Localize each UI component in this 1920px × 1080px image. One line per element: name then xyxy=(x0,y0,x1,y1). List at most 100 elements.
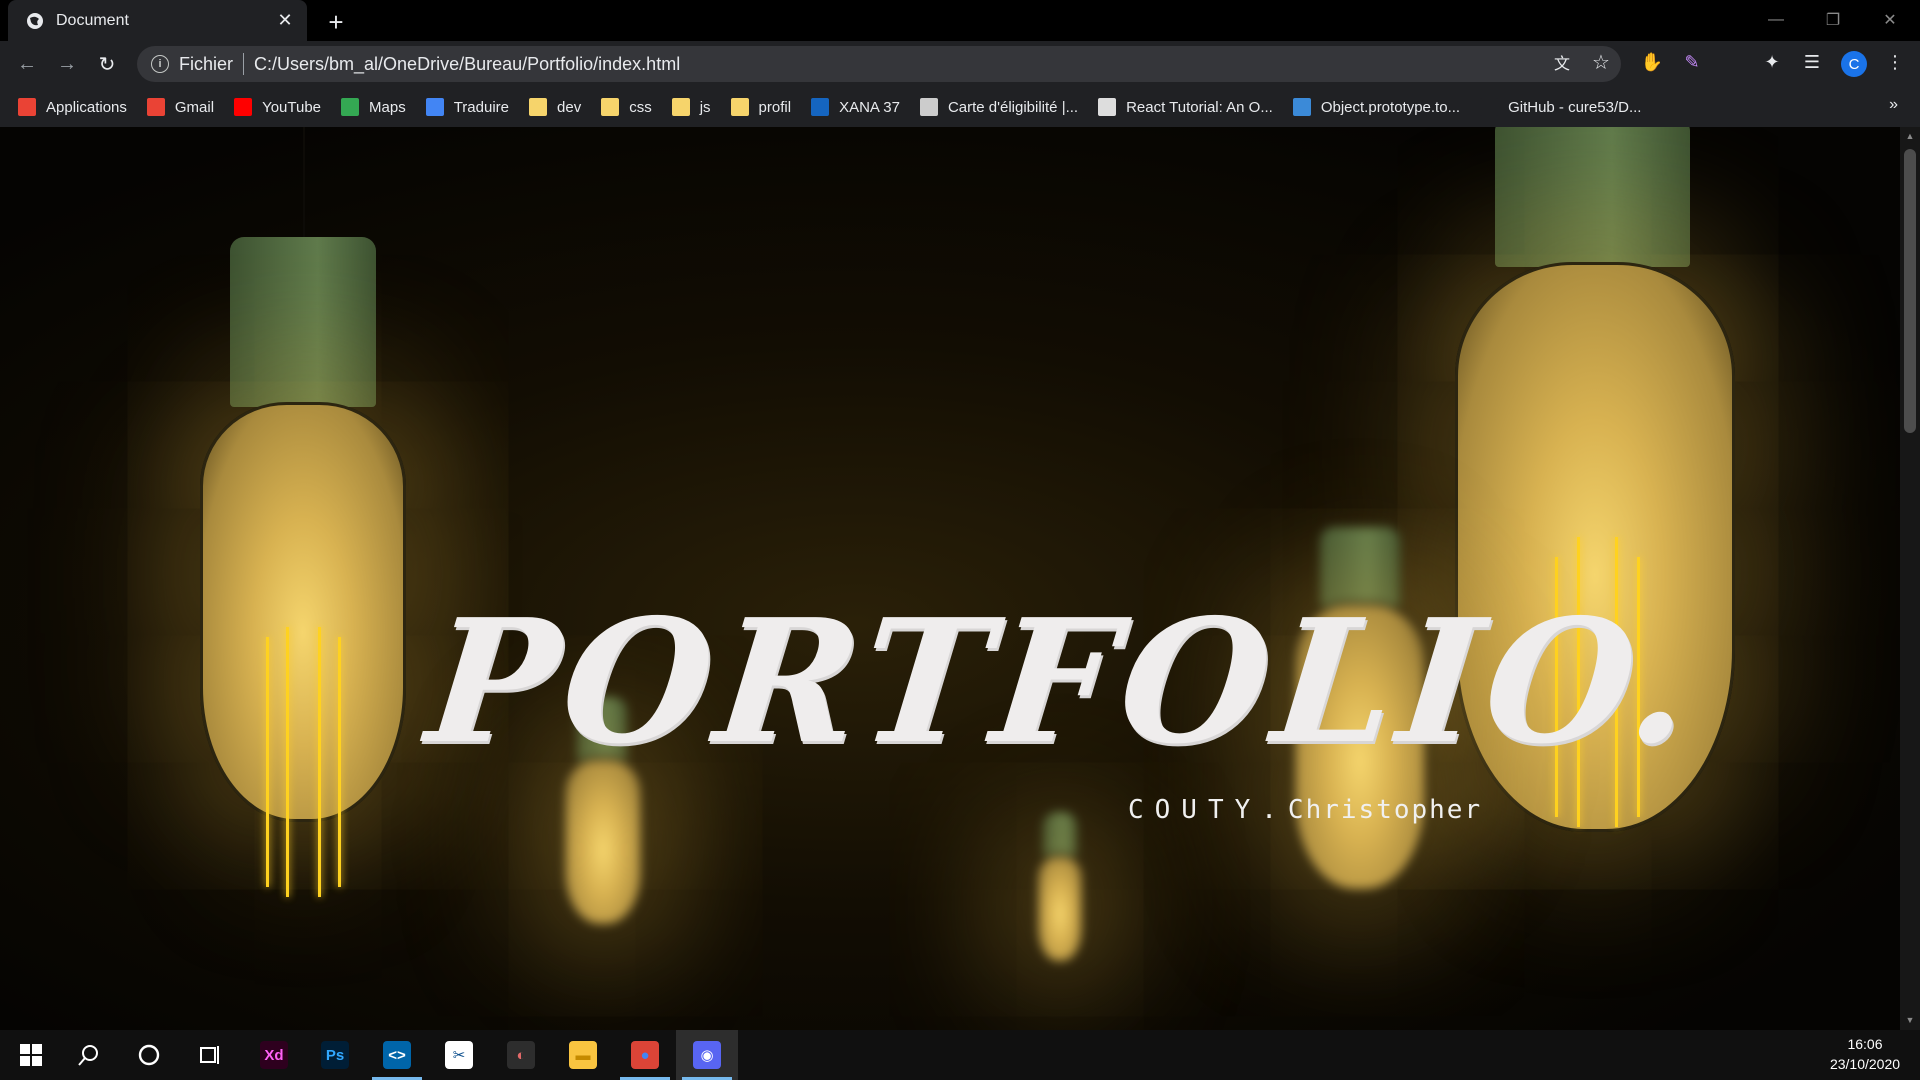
bookmark-item[interactable]: dev xyxy=(529,98,581,116)
bookmark-item[interactable]: Object.prototype.to... xyxy=(1292,98,1461,116)
taskbar-app[interactable]: Xd xyxy=(243,1030,305,1080)
close-window-icon[interactable]: ✕ xyxy=(1862,0,1918,40)
cord xyxy=(303,127,305,242)
translate-icon[interactable]: 文 xyxy=(1550,50,1574,74)
site-icon xyxy=(919,98,938,116)
bookmark-item[interactable]: React Tutorial: An O... xyxy=(1098,98,1273,116)
close-tab-icon[interactable]: ✕ xyxy=(275,10,295,31)
bookmark-item[interactable]: Gmail xyxy=(146,98,214,116)
bookmark-item[interactable]: XANA 37 xyxy=(811,98,900,116)
extensions-puzzle-icon[interactable]: ✦ xyxy=(1760,50,1784,74)
bookmark-label: js xyxy=(699,98,711,116)
back-icon[interactable]: ← xyxy=(13,50,41,78)
taskbar-app[interactable]: <> xyxy=(366,1030,428,1080)
minimize-icon[interactable]: — xyxy=(1748,0,1804,40)
apps-grid-icon xyxy=(18,98,36,116)
bookmark-item[interactable]: css xyxy=(601,98,652,116)
bookmark-item[interactable]: YouTube xyxy=(234,98,321,116)
taskbar-app[interactable]: Ps xyxy=(304,1030,366,1080)
bookmark-item[interactable]: GitHub - cure53/D... xyxy=(1480,98,1641,116)
task-view-button[interactable] xyxy=(178,1030,240,1080)
folder-icon xyxy=(529,98,548,116)
menu-kebab-icon[interactable]: ⋮ xyxy=(1883,50,1907,74)
youtube-icon xyxy=(234,98,253,116)
taskbar-app[interactable]: ▬ xyxy=(552,1030,614,1080)
bookmark-label: YouTube xyxy=(262,98,322,116)
gmail-icon xyxy=(146,98,165,116)
bookmark-label: Object.prototype.to... xyxy=(1320,98,1461,116)
floppy-icon xyxy=(1098,98,1117,116)
browser-chrome: Document ✕ + — ❐ ✕ ← → ↻ i Fichier C:/Us… xyxy=(0,0,1920,127)
taskbar-app[interactable]: ✂ xyxy=(428,1030,490,1080)
scheme-label: Fichier xyxy=(179,53,234,74)
bookmarks-bar: Applications Gmail YouTube Maps Traduire dev c… xyxy=(0,87,1920,127)
bookmark-label: dev xyxy=(557,98,582,116)
taskbar-app[interactable]: ◉ xyxy=(676,1030,738,1080)
url-text[interactable]: C:/Users/bm_al/OneDrive/Bureau/Portfolio… xyxy=(254,54,680,75)
restore-icon[interactable]: ❐ xyxy=(1805,0,1861,40)
dsm-icon xyxy=(811,98,830,116)
profile-avatar[interactable]: C xyxy=(1841,51,1867,77)
divider xyxy=(243,53,245,75)
paint-icon: ◐ xyxy=(507,1041,535,1069)
folder-icon xyxy=(671,98,690,116)
tab-document[interactable]: Document ✕ xyxy=(8,0,307,41)
bookmark-item[interactable]: js xyxy=(671,98,711,116)
bookmarks-overflow-icon[interactable]: » xyxy=(1889,96,1898,114)
bookmark-item[interactable]: Carte d'éligibilité |... xyxy=(919,98,1078,116)
subtitle-first-name: Christopher xyxy=(1287,795,1483,825)
folder-icon xyxy=(601,98,620,116)
task-view-icon xyxy=(200,1046,219,1064)
taskbar-app[interactable]: ● xyxy=(614,1030,676,1080)
portfolio-title: PORTFOLIO. xyxy=(419,582,1707,782)
tab-title: Document xyxy=(56,11,129,29)
bookmark-item[interactable]: Maps xyxy=(341,98,406,116)
scrollbar[interactable]: ▲ ▼ xyxy=(1900,127,1920,1030)
bookmark-item[interactable]: Traduire xyxy=(425,98,510,116)
globe-icon xyxy=(26,12,44,30)
maps-icon xyxy=(341,98,360,116)
bookmark-label: Applications xyxy=(46,98,127,116)
media-queue-icon[interactable]: ☰ xyxy=(1800,50,1824,74)
system-clock[interactable]: 16:06 23/10/2020 xyxy=(1820,1034,1910,1074)
bookmark-item[interactable]: Applications xyxy=(18,98,127,116)
windows-icon xyxy=(20,1044,42,1066)
bookmark-label: profil xyxy=(758,98,792,116)
tab-strip: Document ✕ + — ❐ ✕ xyxy=(0,0,1920,41)
folder-icon xyxy=(730,98,749,116)
photoshop-icon: Ps xyxy=(321,1041,349,1069)
clock-time: 16:06 xyxy=(1847,1036,1883,1052)
address-bar[interactable]: i Fichier C:/Users/bm_al/OneDrive/Bureau… xyxy=(137,46,1621,82)
cortana-icon xyxy=(138,1044,160,1066)
search-button[interactable] xyxy=(58,1030,120,1080)
cortana-button[interactable] xyxy=(118,1030,180,1080)
bookmark-item[interactable]: profil xyxy=(730,98,792,116)
page-viewport: PORTFOLIO. COUTY.Christopher xyxy=(0,127,1900,1030)
search-icon xyxy=(78,1045,98,1066)
xd-icon: Xd xyxy=(260,1041,288,1069)
clock-date: 23/10/2020 xyxy=(1829,1056,1901,1072)
file-explorer-icon: ▬ xyxy=(569,1041,597,1069)
bookmark-label: GitHub - cure53/D... xyxy=(1508,98,1642,116)
scrollbar-thumb[interactable] xyxy=(1904,149,1916,433)
bookmark-label: Traduire xyxy=(453,98,510,116)
new-tab-button[interactable]: + xyxy=(322,7,350,37)
subtitle-last-name: COUTY. xyxy=(1128,795,1288,825)
toolbar: ← → ↻ i Fichier C:/Users/bm_al/OneDrive/… xyxy=(0,41,1920,87)
translate-icon xyxy=(425,98,444,116)
info-icon[interactable]: i xyxy=(151,55,169,73)
start-button[interactable] xyxy=(0,1030,62,1080)
scroll-up-icon[interactable]: ▲ xyxy=(1905,131,1915,141)
github-icon xyxy=(1480,98,1499,116)
extension-adblock-icon[interactable]: ✋ xyxy=(1640,50,1664,74)
taskbar-app[interactable]: ◐ xyxy=(490,1030,552,1080)
vscode-icon: <> xyxy=(383,1041,411,1069)
extension-pen-icon[interactable]: ✎ xyxy=(1680,50,1704,74)
chrome-icon: ● xyxy=(631,1041,659,1069)
reload-icon[interactable]: ↻ xyxy=(93,50,121,78)
bookmark-label: React Tutorial: An O... xyxy=(1126,98,1273,116)
star-icon[interactable]: ☆ xyxy=(1589,50,1613,74)
windows-taskbar: Xd Ps <> ✂ ◐ ▬ ● ◉ 16:06 23/10/2020 xyxy=(0,1030,1920,1080)
forward-icon[interactable]: → xyxy=(53,50,81,78)
scroll-down-icon[interactable]: ▼ xyxy=(1905,1015,1915,1025)
